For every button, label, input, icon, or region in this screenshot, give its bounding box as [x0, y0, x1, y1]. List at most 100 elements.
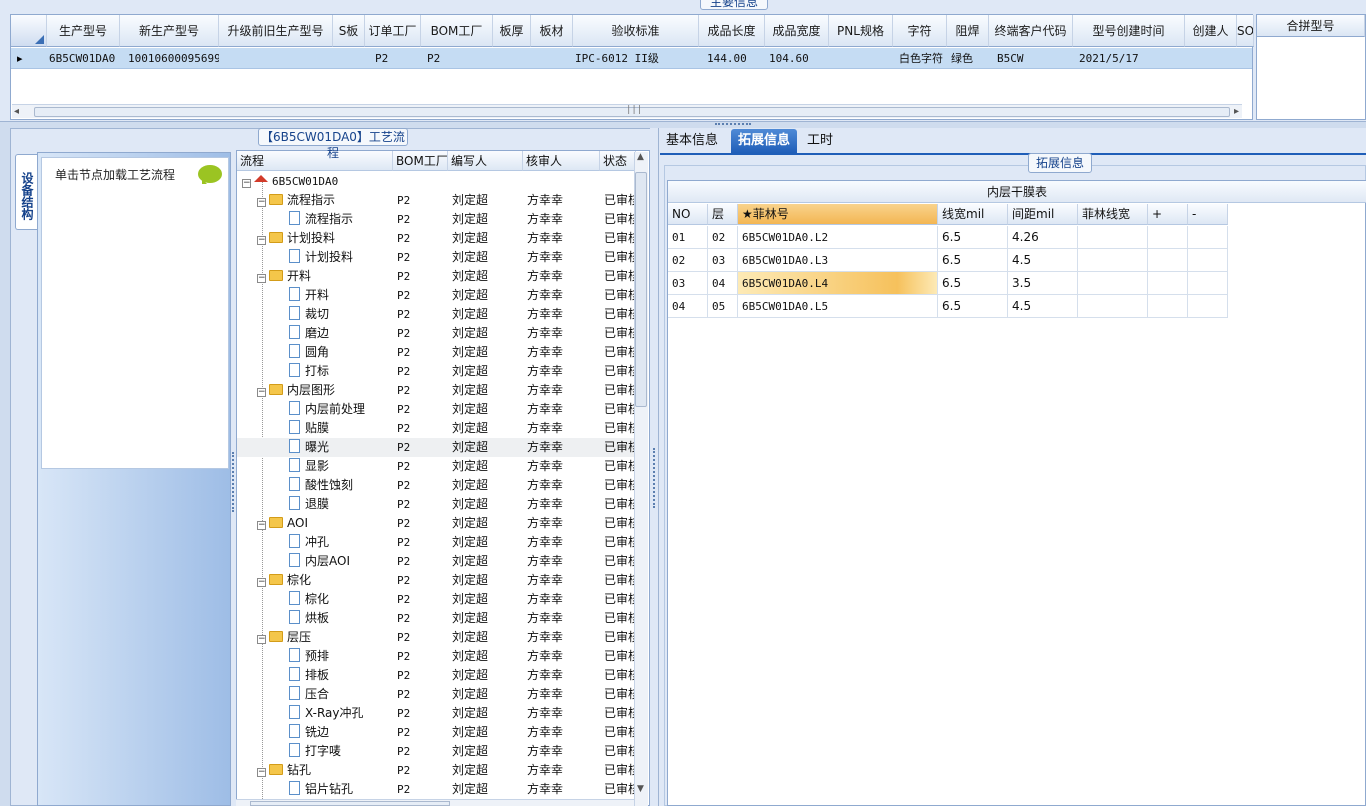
tree-row[interactable]: −开料 P2 刘定超 方幸幸 已审核 [237, 267, 635, 286]
dry-film-column-header[interactable]: 菲林线宽 [1078, 204, 1148, 225]
column-header[interactable]: 新生产型号 [120, 15, 219, 47]
tree-row[interactable]: 压合 P2 刘定超 方幸幸 已审核 [237, 685, 635, 704]
dry-film-cell-film-width[interactable] [1078, 272, 1148, 295]
tree-row[interactable]: 排板 P2 刘定超 方幸幸 已审核 [237, 666, 635, 685]
tree-row[interactable]: 打字唛 P2 刘定超 方幸幸 已审核 [237, 742, 635, 761]
column-header[interactable]: BOM工厂 [421, 15, 493, 47]
vertical-splitter[interactable] [650, 128, 658, 806]
table-cell[interactable]: 白色字符 [899, 48, 947, 69]
table-cell[interactable] [493, 48, 531, 69]
tree-row[interactable]: −计划投料 P2 刘定超 方幸幸 已审核 [237, 229, 635, 248]
tab-device-structure[interactable]: 设备结构 [15, 154, 37, 230]
tree-horizontal-scrollbar[interactable] [236, 799, 634, 806]
column-header[interactable]: S板 [333, 15, 365, 47]
tree-row[interactable]: 内层前处理 P2 刘定超 方幸幸 已审核 [237, 400, 635, 419]
tab-extended-info[interactable]: 拓展信息 [731, 129, 798, 153]
dry-film-cell-spacing[interactable]: 4.26 [1008, 226, 1078, 249]
scroll-up-icon[interactable]: ▲ [637, 152, 644, 162]
tree-row[interactable]: 打标 P2 刘定超 方幸幸 已审核 [237, 362, 635, 381]
dry-film-cell-film[interactable]: 6B5CW01DA0.L5 [738, 295, 938, 318]
dry-film-cell-spacing[interactable]: 3.5 [1008, 272, 1078, 295]
dry-film-action-cell[interactable] [1148, 249, 1188, 272]
column-header[interactable]: 成品长度 [699, 15, 765, 47]
dry-film-column-header[interactable]: NO [668, 204, 708, 225]
table-cell[interactable]: 10010600095699 [128, 48, 219, 69]
dry-film-column-header[interactable]: 间距mil [1008, 204, 1078, 225]
tree-row[interactable]: 内层AOI P2 刘定超 方幸幸 已审核 [237, 552, 635, 571]
dry-film-action-cell[interactable] [1188, 249, 1228, 272]
tree-row[interactable]: −AOI P2 刘定超 方幸幸 已审核 [237, 514, 635, 533]
dry-film-cell-no[interactable]: 01 [668, 226, 708, 249]
column-header[interactable]: SO [1237, 15, 1254, 47]
tree-row[interactable]: −钻孔 P2 刘定超 方幸幸 已审核 [237, 761, 635, 780]
column-header[interactable]: 型号创建时间 [1073, 15, 1185, 47]
tree-row[interactable]: 酸性蚀刻 P2 刘定超 方幸幸 已审核 [237, 476, 635, 495]
column-header[interactable]: 验收标准 [573, 15, 699, 47]
dry-film-cell-no[interactable]: 04 [668, 295, 708, 318]
collapse-icon[interactable]: − [257, 236, 266, 245]
dry-film-cell-no[interactable]: 02 [668, 249, 708, 272]
collapse-icon[interactable]: − [257, 198, 266, 207]
tree-row[interactable]: 铣边 P2 刘定超 方幸幸 已审核 [237, 723, 635, 742]
column-header[interactable]: 终端客户代码 [989, 15, 1073, 47]
dry-film-cell-film[interactable]: 6B5CW01DA0.L4 [738, 272, 938, 295]
tree-row[interactable]: 铝片钻孔 P2 刘定超 方幸幸 已审核 [237, 780, 635, 799]
table-cell[interactable]: 2021/5/17 [1079, 48, 1185, 69]
dry-film-column-header[interactable]: ★菲林号 [738, 204, 938, 225]
tree-row[interactable]: 流程指示 P2 刘定超 方幸幸 已审核 [237, 210, 635, 229]
dry-film-cell-spacing[interactable]: 4.5 [1008, 249, 1078, 272]
collapse-icon[interactable]: − [242, 179, 251, 188]
tree-column-header[interactable]: 状态 [600, 151, 636, 171]
collapse-icon[interactable]: − [257, 388, 266, 397]
tree-row[interactable]: 贴膜 P2 刘定超 方幸幸 已审核 [237, 419, 635, 438]
collapse-icon[interactable]: − [257, 768, 266, 777]
tab-work-hours[interactable]: 工时 [800, 129, 840, 153]
dry-film-cell-layer[interactable]: 04 [708, 272, 738, 295]
dry-film-action-cell[interactable] [1188, 226, 1228, 249]
tree-column-header[interactable]: 核审人 [523, 151, 600, 171]
dry-film-action-cell[interactable] [1148, 272, 1188, 295]
tree-row[interactable]: 开料 P2 刘定超 方幸幸 已审核 [237, 286, 635, 305]
table-cell[interactable]: P2 [375, 48, 421, 69]
tree-row[interactable]: −内层图形 P2 刘定超 方幸幸 已审核 [237, 381, 635, 400]
dry-film-cell-film-width[interactable] [1078, 226, 1148, 249]
tree-row[interactable]: 预排 P2 刘定超 方幸幸 已审核 [237, 647, 635, 666]
scroll-right-icon[interactable]: ▸ [1234, 106, 1239, 117]
dry-film-cell-film[interactable]: 6B5CW01DA0.L2 [738, 226, 938, 249]
dry-film-action-cell[interactable] [1148, 295, 1188, 318]
column-header[interactable]: 订单工厂 [365, 15, 421, 47]
column-header[interactable]: 生产型号 [47, 15, 120, 47]
table-cell[interactable] [219, 48, 333, 69]
table-cell[interactable] [1185, 48, 1237, 69]
dry-film-cell-spacing[interactable]: 4.5 [1008, 295, 1078, 318]
dry-film-cell-no[interactable]: 03 [668, 272, 708, 295]
tree-row[interactable]: 磨边 P2 刘定超 方幸幸 已审核 [237, 324, 635, 343]
table-cell[interactable] [333, 48, 365, 69]
table-cell[interactable]: IPC-6012 II级 [575, 48, 699, 69]
collapse-icon[interactable]: − [257, 274, 266, 283]
column-header[interactable]: 字符 [893, 15, 947, 47]
tree-row[interactable]: 圆角 P2 刘定超 方幸幸 已审核 [237, 343, 635, 362]
tree-row[interactable]: 显影 P2 刘定超 方幸幸 已审核 [237, 457, 635, 476]
tree-row[interactable]: −层压 P2 刘定超 方幸幸 已审核 [237, 628, 635, 647]
dry-film-cell-width[interactable]: 6.5 [938, 272, 1008, 295]
dry-film-cell-film[interactable]: 6B5CW01DA0.L3 [738, 249, 938, 272]
table-cell[interactable] [829, 48, 893, 69]
dry-film-cell-width[interactable]: 6.5 [938, 226, 1008, 249]
scroll-thumb[interactable] [250, 801, 450, 806]
tree-column-header[interactable]: BOM工厂 [393, 151, 448, 171]
dry-film-action-cell[interactable] [1188, 272, 1228, 295]
column-header[interactable]: 阻焊 [947, 15, 989, 47]
merge-model-header[interactable]: 合拼型号 [1257, 15, 1365, 37]
column-header[interactable]: PNL规格 [829, 15, 893, 47]
tab-basic-info[interactable]: 基本信息 [659, 129, 725, 153]
tree-column-header[interactable]: 编写人 [448, 151, 523, 171]
table-cell[interactable] [1237, 48, 1254, 69]
table-cell[interactable]: P2 [427, 48, 493, 69]
dry-film-column-header[interactable]: 线宽mil [938, 204, 1008, 225]
dry-film-cell-width[interactable]: 6.5 [938, 249, 1008, 272]
tree-row[interactable]: 裁切 P2 刘定超 方幸幸 已审核 [237, 305, 635, 324]
tree-row[interactable]: 计划投料 P2 刘定超 方幸幸 已审核 [237, 248, 635, 267]
tree-row[interactable]: 冲孔 P2 刘定超 方幸幸 已审核 [237, 533, 635, 552]
dry-film-cell-layer[interactable]: 03 [708, 249, 738, 272]
